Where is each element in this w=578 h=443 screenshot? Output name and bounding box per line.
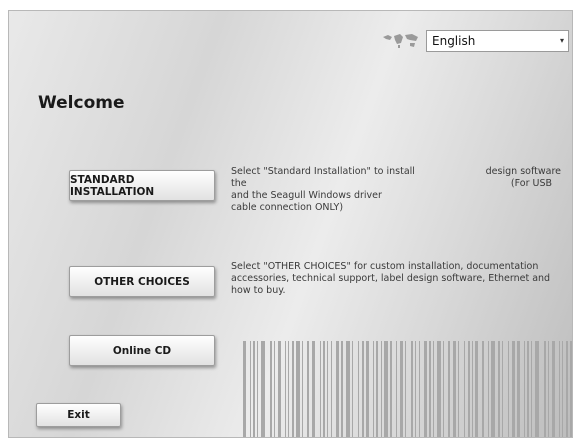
barcode-bar [346,341,350,437]
chevron-down-icon: ▾ [559,36,564,45]
barcode-bar [362,341,364,437]
standard-installation-button[interactable]: STANDARD INSTALLATION [69,170,215,201]
barcode-bar [464,341,465,437]
barcode-bar [352,341,353,437]
barcode-bar [415,341,416,437]
globe-map-icon [383,34,418,48]
other-description-line: how to buy. [231,285,286,296]
online-cd-button[interactable]: Online CD [69,335,215,366]
language-selector: English ▾ [380,30,569,52]
barcode-bar [270,341,272,437]
barcode-bar [307,341,309,437]
standard-description-right: design software (For USB [461,166,561,190]
barcode-bar [261,341,265,437]
barcode-bar [559,341,560,437]
barcode-bar [253,341,255,437]
barcode-bar [278,341,281,437]
other-description-line: accessories, technical support, label de… [231,273,551,284]
barcode-bar [411,341,413,437]
standard-description-line: cable connection ONLY) [231,202,344,213]
barcode-bar [320,341,321,437]
barcode-bar [331,341,332,437]
barcode-bar [312,341,315,437]
barcode-bar [531,341,532,437]
barcode-bar [475,341,478,437]
barcode-bar [502,341,503,437]
barcode-bar [250,341,251,437]
barcode-graphic [243,341,572,437]
standard-description-line: and the Seagull Windows driver [231,190,382,201]
barcode-bar [424,341,427,437]
barcode-bar [296,341,300,437]
barcode-bar [453,341,456,437]
barcode-bar [257,341,258,437]
barcode-bar [381,341,382,437]
barcode-bar [535,341,539,437]
standard-description-line: Select "Standard Installation" to instal… [231,166,415,189]
barcode-bar [373,341,374,437]
barcode-bar [405,341,406,437]
barcode-bar [243,341,246,437]
barcode-bar [396,341,397,437]
barcode-bar [302,341,303,437]
language-dropdown[interactable]: English ▾ [426,30,569,52]
exit-button[interactable]: Exit [36,403,121,427]
installer-window: English ▾ Welcome STANDARD INSTALLATION … [8,10,573,438]
barcode-bar [288,341,289,437]
barcode-bar [292,341,294,437]
barcode-bar [384,341,388,437]
barcode-bar [429,341,431,437]
standard-description-right-line: (For USB [510,178,552,189]
barcode-bar [498,341,500,437]
barcode-bar [400,341,403,437]
other-choices-description: Select "OTHER CHOICES" for custom instal… [231,261,566,297]
barcode-bar [358,341,359,437]
barcode-bar [274,341,275,437]
barcode-bar [437,341,441,437]
other-description-line: Select "OTHER CHOICES" for custom instal… [231,261,539,272]
barcode-bar [472,341,473,437]
barcode-bar [458,341,459,437]
barcode-bar [524,341,525,437]
barcode-bar [366,341,369,437]
barcode-bar [544,341,546,437]
barcode-bar [512,341,515,437]
barcode-bar [323,341,325,437]
other-choices-button[interactable]: OTHER CHOICES [69,266,215,297]
standard-description-right-line: design software [485,166,561,177]
barcode-bar [552,341,555,437]
barcode-bar [491,341,495,437]
barcode-bar [517,341,520,437]
barcode-bar [508,341,509,437]
language-dropdown-value: English [432,34,476,48]
barcode-bar [285,341,286,437]
barcode-bar [327,341,328,437]
barcode-bar [562,341,563,437]
barcode-bar [433,341,434,437]
barcode-bar [376,341,378,437]
barcode-bar [390,341,392,437]
barcode-bar [448,341,450,437]
barcode-bar [527,341,529,437]
barcode-bar [443,341,444,437]
barcode-bar [341,341,343,437]
barcode-bar [468,341,470,437]
barcode-bar [419,341,420,437]
barcode-bar [548,341,549,437]
barcode-bar [566,341,568,437]
barcode-bar [482,341,484,437]
page-title: Welcome [38,93,125,113]
standard-description: Select "Standard Installation" to instal… [231,166,431,214]
barcode-bar [488,341,489,437]
barcode-bar [336,341,339,437]
barcode-bar [570,341,572,437]
